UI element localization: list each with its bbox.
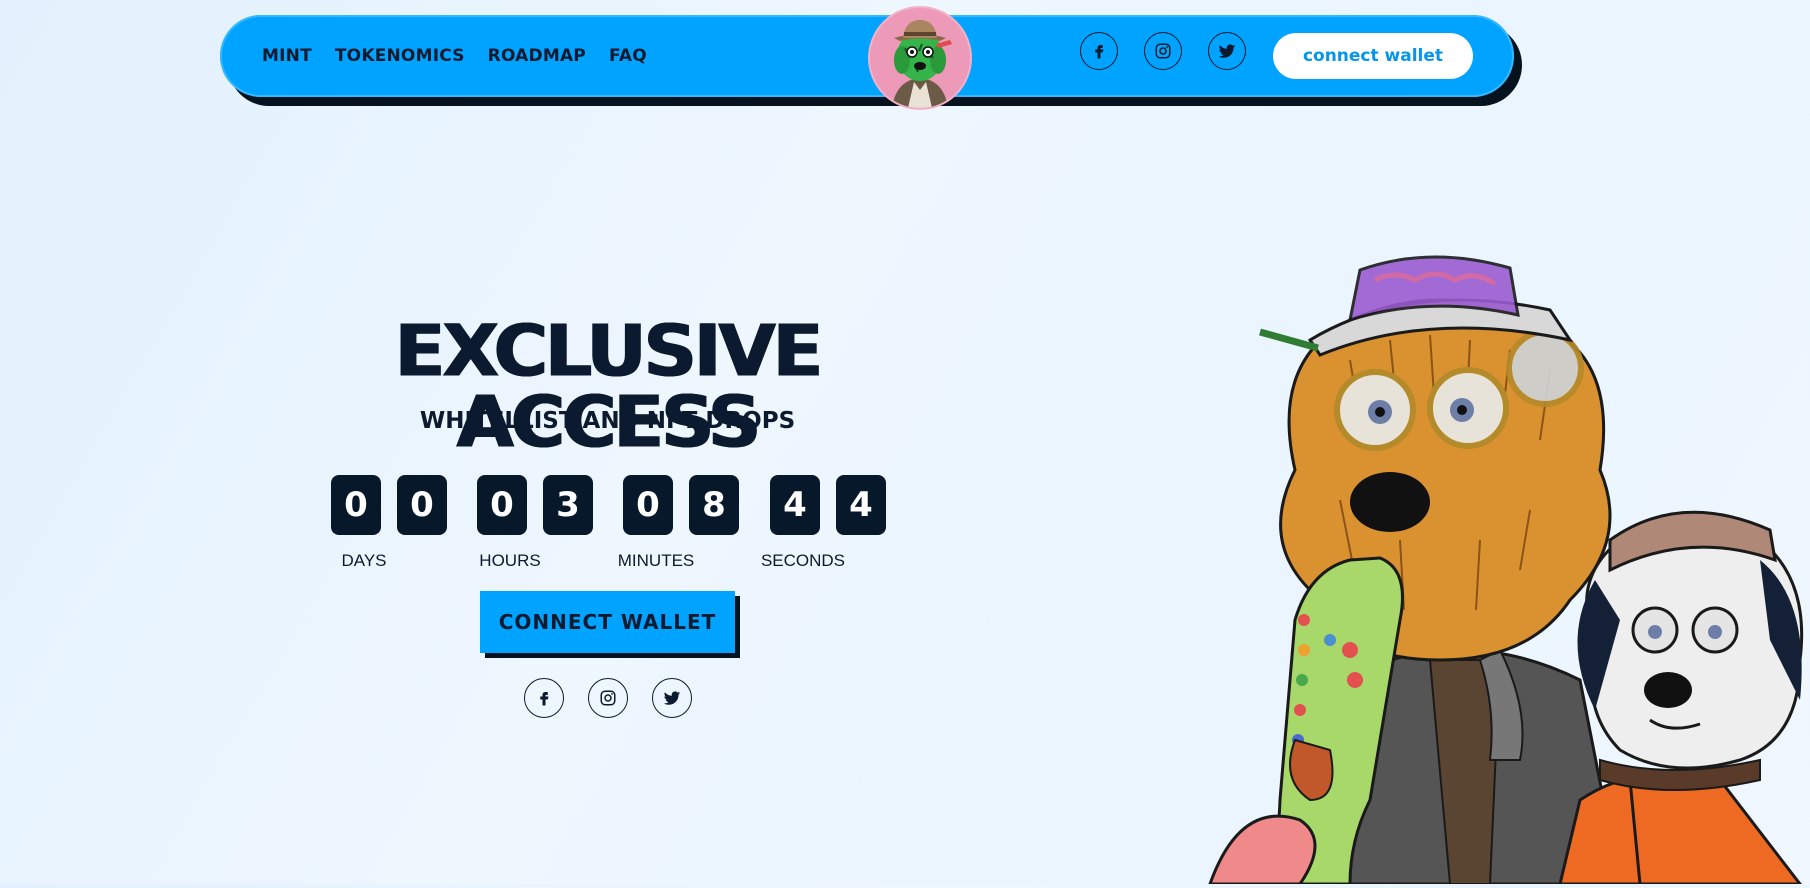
page-title: EXCLUSIVE ACCESS [394, 310, 824, 464]
countdown-digit: 3 [543, 475, 593, 535]
countdown-digit: 4 [770, 475, 820, 535]
countdown-digit: 0 [477, 475, 527, 535]
nav-link-roadmap[interactable]: ROADMAP [488, 46, 586, 66]
countdown-digit: 0 [623, 475, 673, 535]
facebook-icon[interactable] [524, 678, 564, 718]
dog-avatar-logo[interactable] [868, 6, 972, 110]
countdown-digit: 4 [836, 475, 886, 535]
nav-links: MINT TOKENOMICS ROADMAP FAQ [262, 15, 647, 97]
countdown-label-days: DAYS [341, 551, 387, 570]
connect-wallet-button[interactable]: connect wallet [1273, 33, 1473, 79]
nav-link-mint[interactable]: MINT [262, 46, 312, 66]
dog-characters-illustration [1200, 240, 1810, 886]
facebook-icon[interactable] [1080, 32, 1118, 70]
countdown-label-seconds: SECONDS [760, 551, 846, 570]
instagram-icon[interactable] [1144, 32, 1182, 70]
twitter-icon[interactable] [1208, 32, 1246, 70]
nav-social-links [1080, 32, 1246, 70]
countdown-digit: 0 [331, 475, 381, 535]
countdown-digit: 8 [689, 475, 739, 535]
navbar-bar: MINT TOKENOMICS ROADMAP FAQ connect wall… [220, 6, 1514, 110]
countdown-label-hours: HOURS [479, 551, 541, 570]
page-subtitle: WHITELLIST AND NFT DROPS [419, 408, 796, 434]
top-navbar: MINT TOKENOMICS ROADMAP FAQ connect wall… [220, 6, 1522, 110]
nav-link-tokenomics[interactable]: TOKENOMICS [335, 46, 465, 66]
instagram-icon[interactable] [588, 678, 628, 718]
countdown-digit: 0 [397, 475, 447, 535]
hero-connect-wallet-button[interactable]: CONNECT WALLET [480, 591, 735, 653]
twitter-icon[interactable] [652, 678, 692, 718]
countdown-label-minutes: MINUTES [617, 551, 695, 570]
nav-link-faq[interactable]: FAQ [609, 46, 647, 66]
hero-social-links [524, 678, 692, 718]
